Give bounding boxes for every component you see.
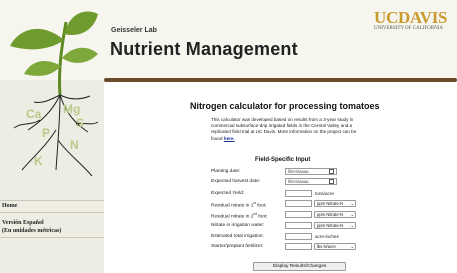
calendar-icon[interactable] [329,169,334,174]
irrigation-nitrate-label: Nitrate in irrigation water: [211,223,265,228]
display-results-button[interactable]: Display Results/Changes [253,262,346,271]
nav-divider [0,237,104,238]
nutrient-letter: K [34,154,43,168]
irrigation-nitrate-unit-select[interactable]: ppm Nitrate-N ⌄ [314,222,356,229]
uc-davis-subtitle: UNIVERSITY OF CALIFORNIA [374,26,443,31]
yield-unit: tons/acre [315,191,334,196]
nitrate-2nd-label: Residual nitrate in 2nd foot: [211,212,268,220]
sidebar-item-home[interactable]: Home [2,203,17,209]
starter-fertilizer-row: Starter/preplant fertilizer: lbs N/acre ⌄ [211,243,391,253]
total-irrigation-row: Estimated total irrigation: acre-inches [211,233,391,243]
header-divider [104,78,457,82]
site-title: Nutrient Management [110,39,298,59]
harvest-date-input[interactable]: ll/mm/aaaa [285,178,337,185]
total-irrigation-label: Estimated total irrigation: [211,234,264,239]
harvest-date-row: Expected harvest date: ll/mm/aaaa [211,178,391,188]
irrigation-nitrate-row: Nitrate in irrigation water: ppm Nitrate… [211,222,391,232]
harvest-date-label: Expected harvest date: [211,179,261,184]
chevron-down-icon: ⌄ [350,201,354,206]
intro-text: This calculator was developed based on r… [211,117,357,141]
nitrate-1st-row: Residual nitrate in 1st foot: ppm Nitrat… [211,200,391,210]
chevron-down-icon: ⌄ [350,223,354,228]
nutrient-letter: S [76,116,85,130]
nutrient-letter: Mg [63,102,81,116]
project-info-link[interactable]: here. [224,136,235,141]
planting-date-label: Planting date: [211,169,241,174]
section-title: Field-Specific Input [255,157,311,163]
starter-fertilizer-unit-select[interactable]: lbs N/acre ⌄ [314,243,356,250]
starter-fertilizer-label: Starter/preplant fertilizer: [211,244,264,249]
planting-date-input[interactable]: ll/mm/aaaa [285,168,337,175]
total-irrigation-unit: acre-inches [315,234,339,239]
nutrient-letter: N [70,138,79,152]
nitrate-1st-unit-select[interactable]: ppm Nitrate-N ⌄ [314,200,356,207]
calendar-icon[interactable] [329,179,334,184]
planting-date-row: Planting date: ll/mm/aaaa [211,168,391,178]
lab-name: Geisseler Lab [111,27,157,34]
irrigation-nitrate-input[interactable] [285,222,312,229]
nitrate-2nd-row: Residual nitrate in 2nd foot: ppm Nitrat… [211,211,391,221]
yield-row: Expected Yield: tons/acre [211,190,391,200]
nutrient-letter: Ca [26,107,42,121]
nitrate-1st-input[interactable] [285,200,312,207]
uc-davis-logo[interactable]: UCDAVIS [374,8,447,28]
starter-fertilizer-input[interactable] [285,243,312,250]
page: Ca Mg P S N K Geisseler Lab Nutrient Man… [0,0,457,273]
calculator-title: Nitrogen calculator for processing tomat… [190,101,380,111]
nav-divider [0,212,104,213]
total-irrigation-input[interactable] [285,233,312,240]
nitrate-2nd-input[interactable] [285,211,312,218]
nav-divider [0,200,104,201]
yield-input[interactable] [285,190,312,197]
nitrate-2nd-unit-select[interactable]: ppm Nitrate-N ⌄ [314,211,356,218]
sidebar-item-metric[interactable]: (En unidades métricas) [2,228,61,234]
chevron-down-icon: ⌄ [350,244,354,249]
plant-logo-icon [10,11,99,177]
sidebar-item-spanish[interactable]: Versión Español [2,220,44,226]
nitrate-1st-label: Residual nitrate in 1st foot: [211,201,267,209]
chevron-down-icon: ⌄ [350,212,354,217]
nutrient-letter: P [42,126,51,140]
yield-label: Expected Yield: [211,191,245,196]
